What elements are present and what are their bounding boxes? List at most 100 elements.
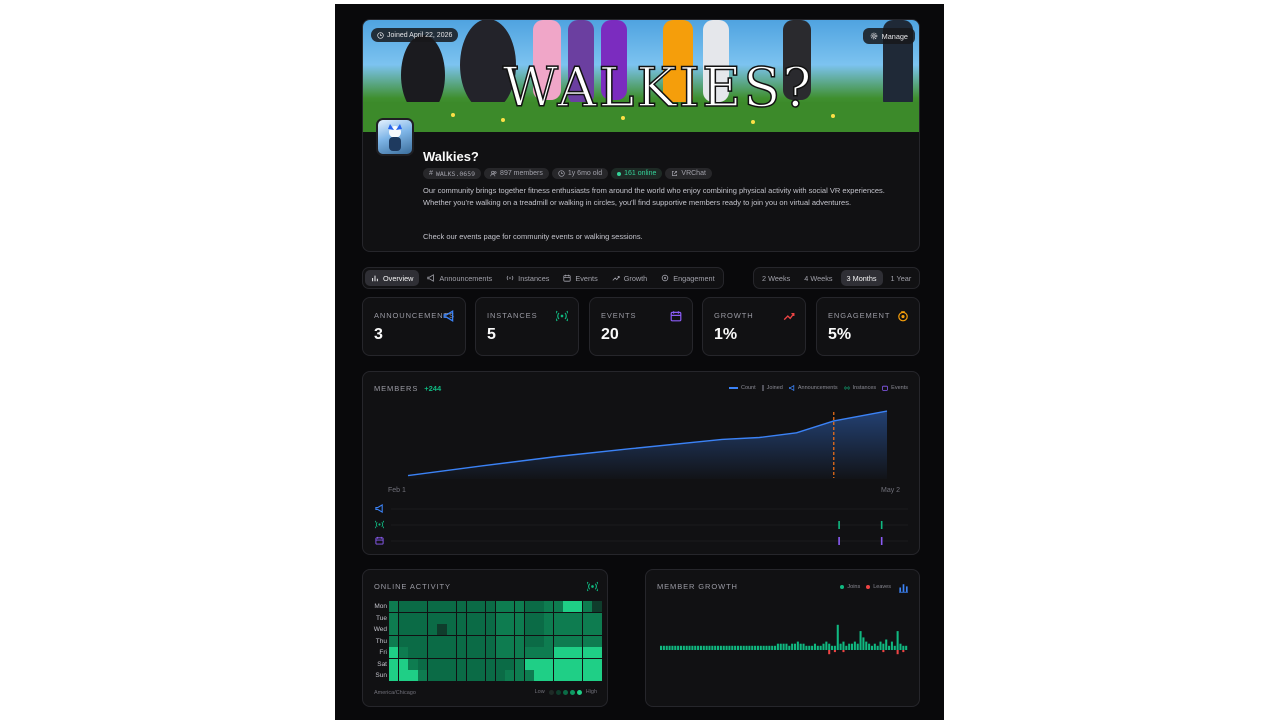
- heatmap-cell[interactable]: [524, 601, 534, 613]
- joins-bar[interactable]: [825, 641, 828, 650]
- heatmap-cell[interactable]: [389, 624, 399, 636]
- joins-bar[interactable]: [736, 645, 740, 650]
- leaves-bar[interactable]: [882, 650, 885, 653]
- heatmap-cell[interactable]: [398, 647, 408, 659]
- joins-bar[interactable]: [885, 639, 888, 651]
- heatmap-cell[interactable]: [466, 612, 476, 624]
- joins-bar[interactable]: [725, 645, 728, 650]
- joins-bar[interactable]: [765, 645, 768, 650]
- heatmap-cell[interactable]: [398, 601, 408, 613]
- heatmap-cell[interactable]: [514, 612, 525, 624]
- tab-announcements[interactable]: Announcements: [421, 270, 498, 286]
- heatmap-cell[interactable]: [456, 612, 466, 624]
- heatmap-cell[interactable]: [476, 624, 486, 636]
- joins-bar[interactable]: [662, 645, 665, 650]
- instance-marker[interactable]: [880, 521, 883, 529]
- heatmap-cell[interactable]: [485, 624, 496, 636]
- heatmap-cell[interactable]: [534, 647, 544, 659]
- joins-bar[interactable]: [816, 645, 819, 650]
- heatmap-cell[interactable]: [437, 601, 447, 613]
- heatmap-cell[interactable]: [427, 647, 437, 659]
- joins-bar[interactable]: [822, 643, 825, 650]
- heatmap-cell[interactable]: [476, 670, 486, 682]
- heatmap-cell[interactable]: [563, 612, 573, 624]
- heatmap-cell[interactable]: [418, 670, 428, 682]
- heatmap-cell[interactable]: [582, 670, 592, 682]
- heatmap-cell[interactable]: [544, 635, 554, 647]
- heatmap-cell[interactable]: [427, 658, 437, 670]
- heatmap-cell[interactable]: [398, 670, 408, 682]
- heatmap-cell[interactable]: [582, 601, 592, 613]
- heatmap-cell[interactable]: [495, 635, 505, 647]
- heatmap-cell[interactable]: [592, 624, 602, 636]
- joins-bar[interactable]: [796, 641, 799, 650]
- heatmap-cell[interactable]: [582, 658, 592, 670]
- joins-bar[interactable]: [665, 645, 668, 650]
- heatmap-cell[interactable]: [456, 601, 466, 613]
- heatmap-cell[interactable]: [427, 612, 437, 624]
- joins-bar[interactable]: [699, 645, 702, 650]
- joins-bar[interactable]: [888, 645, 891, 650]
- joins-bar[interactable]: [768, 645, 771, 650]
- joins-bar[interactable]: [782, 643, 785, 650]
- group-avatar[interactable]: [376, 118, 414, 156]
- heatmap-cell[interactable]: [514, 670, 525, 682]
- joins-bar[interactable]: [762, 645, 765, 650]
- heatmap-cell[interactable]: [524, 670, 534, 682]
- joins-bar[interactable]: [836, 624, 839, 650]
- joins-bar[interactable]: [774, 645, 777, 650]
- joins-bar[interactable]: [799, 643, 802, 650]
- heatmap-cell[interactable]: [485, 658, 496, 670]
- heatmap-cell[interactable]: [466, 624, 476, 636]
- heatmap-cell[interactable]: [437, 670, 447, 682]
- joins-bar[interactable]: [850, 643, 854, 650]
- heatmap-cell[interactable]: [563, 624, 573, 636]
- heatmap-cell[interactable]: [437, 612, 447, 624]
- heatmap-cell[interactable]: [437, 658, 447, 670]
- heatmap-cell[interactable]: [476, 635, 486, 647]
- joins-bar[interactable]: [865, 641, 868, 650]
- joins-bar[interactable]: [879, 641, 882, 650]
- range-3-months[interactable]: 3 Months: [840, 270, 883, 286]
- leaves-bar[interactable]: [842, 650, 845, 653]
- heatmap-cell[interactable]: [534, 612, 544, 624]
- heatmap-cell[interactable]: [398, 624, 408, 636]
- heatmap-cell[interactable]: [389, 601, 399, 613]
- heatmap-cell[interactable]: [447, 601, 457, 613]
- heatmap-cell[interactable]: [447, 647, 457, 659]
- heatmap-cell[interactable]: [408, 612, 418, 624]
- joins-bar[interactable]: [702, 645, 705, 650]
- joins-bar[interactable]: [802, 643, 805, 650]
- joins-bar[interactable]: [759, 645, 762, 650]
- heatmap-cell[interactable]: [495, 658, 505, 670]
- heatmap-cell[interactable]: [476, 601, 486, 613]
- heatmap-cell[interactable]: [389, 612, 399, 624]
- heatmap-cell[interactable]: [505, 635, 515, 647]
- heatmap-cell[interactable]: [514, 647, 525, 659]
- heatmap-cell[interactable]: [534, 601, 544, 613]
- joins-bar[interactable]: [742, 645, 745, 650]
- joins-bar[interactable]: [793, 643, 797, 650]
- heatmap-cell[interactable]: [418, 647, 428, 659]
- joins-bar[interactable]: [731, 645, 734, 650]
- heatmap-cell[interactable]: [514, 635, 525, 647]
- heatmap-cell[interactable]: [427, 635, 437, 647]
- heatmap-cell[interactable]: [592, 670, 602, 682]
- joins-bar[interactable]: [719, 645, 722, 650]
- heatmap-cell[interactable]: [466, 670, 476, 682]
- heatmap-cell[interactable]: [553, 612, 563, 624]
- heatmap-cell[interactable]: [534, 670, 544, 682]
- heatmap-cell[interactable]: [398, 635, 408, 647]
- heatmap-cell[interactable]: [544, 658, 554, 670]
- joins-bar[interactable]: [748, 645, 751, 650]
- heatmap-cell[interactable]: [437, 647, 447, 659]
- joins-bar[interactable]: [660, 645, 663, 650]
- heatmap-cell[interactable]: [485, 612, 496, 624]
- heatmap-cell[interactable]: [582, 635, 592, 647]
- joins-bar[interactable]: [831, 645, 834, 650]
- joins-bar[interactable]: [813, 643, 816, 650]
- leaves-bar[interactable]: [902, 650, 905, 653]
- joins-bar[interactable]: [779, 643, 782, 650]
- joins-bar[interactable]: [882, 643, 885, 650]
- joins-bar[interactable]: [890, 641, 893, 650]
